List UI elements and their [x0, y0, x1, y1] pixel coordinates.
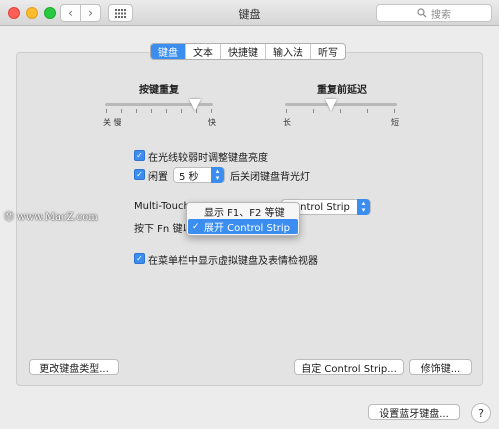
delay-until-repeat-title: 重复前延迟	[317, 85, 367, 96]
adjust-brightness-label: 在光线较弱时调整键盘亮度	[148, 153, 268, 164]
change-keyboard-type-button[interactable]: 更改键盘类型...	[29, 359, 119, 375]
modifier-keys-button[interactable]: 修饰键...	[409, 359, 472, 375]
tab-keyboard[interactable]: 键盘	[151, 44, 186, 59]
show-all-button[interactable]	[108, 4, 133, 22]
checkmark-icon: ✓	[192, 221, 200, 232]
tab-input-sources[interactable]: 输入法	[266, 44, 311, 59]
key-repeat-min-label: 关 慢	[103, 118, 122, 127]
fn-key-menu: 显示 F1、F2 等键 ✓ 展开 Control Strip	[186, 202, 300, 236]
customize-control-strip-button[interactable]: 自定 Control Strip...	[294, 359, 404, 375]
forward-button[interactable]: ›	[80, 4, 101, 22]
delay-until-repeat-knob[interactable]	[325, 99, 337, 111]
question-mark-icon: ?	[478, 406, 484, 420]
help-button[interactable]: ?	[471, 403, 491, 423]
tab-text[interactable]: 文本	[186, 44, 221, 59]
watermark-text: Ⓜ www.MacZ.com	[4, 212, 98, 223]
search-icon	[417, 8, 427, 18]
key-repeat-knob[interactable]	[189, 99, 201, 111]
updown-arrows-icon: ▴ ▾	[357, 199, 370, 215]
touchbar-shows-label: Multi-Touch	[134, 201, 190, 212]
back-button[interactable]: ‹	[60, 4, 81, 22]
key-repeat-title: 按键重复	[139, 85, 179, 96]
backlight-off-label: 后关闭键盘背光灯	[230, 172, 310, 183]
delay-min-label: 长	[283, 118, 291, 127]
delay-max-label: 短	[391, 118, 399, 127]
key-repeat-max-label: 快	[208, 118, 216, 127]
delay-until-repeat-track[interactable]	[285, 103, 397, 106]
tab-shortcuts[interactable]: 快捷键	[221, 44, 266, 59]
title-bar: ‹ › 键盘 搜索	[0, 0, 499, 26]
show-viewers-label: 在菜单栏中显示虚拟键盘及表情检视器	[148, 256, 318, 267]
close-window-button[interactable]	[8, 7, 20, 19]
tab-dictation[interactable]: 听写	[311, 44, 345, 59]
chevron-right-icon: ›	[88, 6, 93, 20]
minimize-window-button[interactable]	[26, 7, 38, 19]
tab-bar: 键盘 文本 快捷键 输入法 听写	[150, 43, 346, 60]
search-placeholder: 搜索	[431, 9, 451, 21]
chevron-left-icon: ‹	[68, 6, 73, 20]
backlight-idle-label: 闲置	[148, 172, 168, 183]
search-field[interactable]: 搜索	[376, 4, 492, 22]
idle-duration-popup[interactable]: 5 秒 ▴ ▾	[173, 167, 225, 183]
grid-icon	[115, 8, 126, 18]
setup-bluetooth-keyboard-button[interactable]: 设置蓝牙键盘...	[368, 404, 460, 420]
idle-duration-value: 5 秒	[179, 171, 199, 183]
backlight-idle-checkbox[interactable]: ✓	[134, 169, 145, 180]
menu-item-show-f-keys[interactable]: 显示 F1、F2 等键	[188, 204, 298, 219]
show-viewers-checkbox[interactable]: ✓	[134, 253, 145, 264]
zoom-window-button[interactable]	[44, 7, 56, 19]
press-fn-label: 按下 Fn 键以	[134, 224, 193, 235]
updown-arrows-icon: ▴ ▾	[211, 167, 224, 183]
keyboard-preferences-window: ‹ › 键盘 搜索 键盘 文本 快捷键 输入法 听写 按键重复 关 慢 快 重复…	[0, 0, 499, 429]
adjust-brightness-checkbox[interactable]: ✓	[134, 150, 145, 161]
menu-item-expand-control-strip[interactable]: ✓ 展开 Control Strip	[188, 219, 298, 234]
